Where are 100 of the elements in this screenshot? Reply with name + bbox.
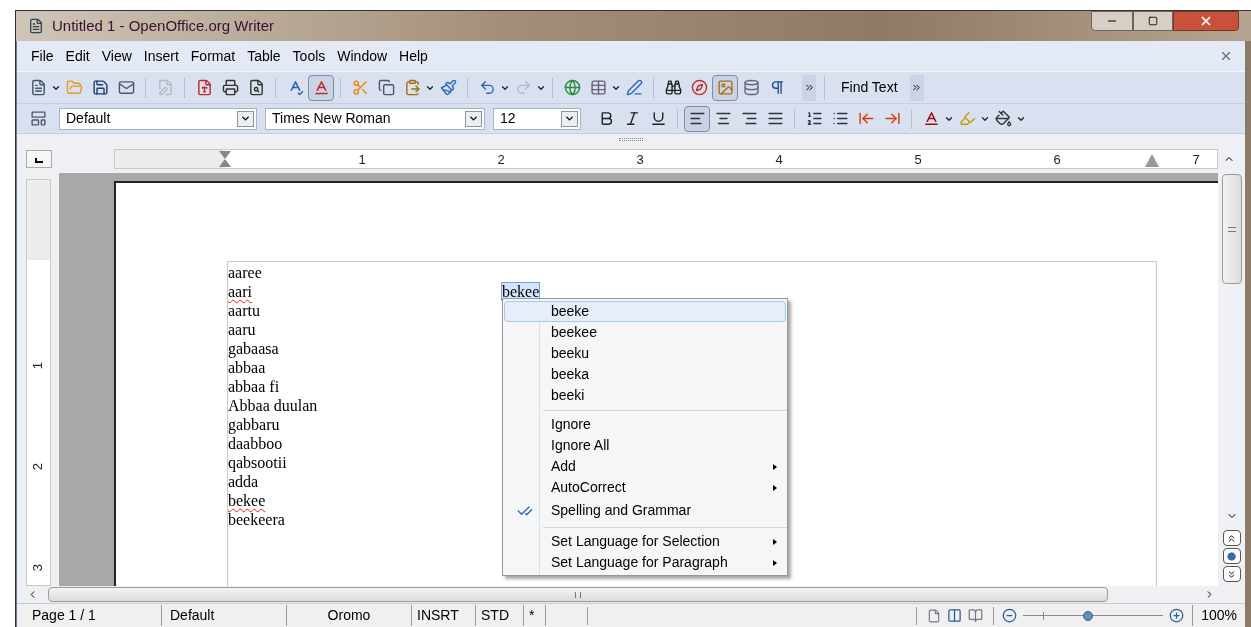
ruler-number: 1 [358, 151, 366, 169]
dropdown-arrow-button[interactable] [561, 110, 578, 127]
book-view-icon[interactable] [968, 608, 984, 623]
zoom-slider-thumb[interactable] [1082, 610, 1093, 621]
zoom-in-icon[interactable] [1169, 608, 1185, 623]
image-icon [716, 79, 734, 96]
document-text-line: Abbaa duulan [228, 396, 318, 415]
maximize-button[interactable] [1133, 11, 1173, 31]
submenu-arrow-icon [773, 484, 777, 491]
multi-page-view-icon[interactable] [947, 608, 963, 623]
magnifier-document-icon [247, 79, 265, 96]
close-icon[interactable] [1219, 49, 1233, 63]
align-left-button[interactable] [684, 105, 710, 132]
previous-page-button[interactable] [1222, 530, 1241, 546]
dropdown-arrow-button[interactable] [237, 110, 254, 127]
context-menu-item[interactable]: Add [504, 456, 786, 477]
font-color-icon [922, 110, 940, 127]
document-text-line: aartu [228, 301, 260, 320]
zoom-slider[interactable] [1023, 609, 1164, 622]
menu-item[interactable]: View [95, 45, 138, 67]
align-left-icon [688, 110, 706, 127]
vertical-ruler[interactable]: 1 2 3 [25, 179, 51, 586]
double-chevron-up-icon [1226, 532, 1237, 544]
font-name-field[interactable]: Times New Roman [265, 107, 485, 130]
document-text-line: qabsootii [228, 453, 287, 472]
document-text-line: aari [228, 282, 252, 301]
auto-spellcheck-button[interactable] [308, 74, 334, 101]
scrollbar-thumb[interactable] [48, 587, 1108, 602]
context-menu-item[interactable]: beekee [504, 322, 786, 343]
context-menu-item[interactable]: AutoCorrect [504, 477, 786, 498]
decrease-indent-icon [857, 110, 875, 127]
clipboard-icon [403, 79, 421, 96]
selection-mode: STD [476, 605, 524, 626]
compass-icon [690, 79, 708, 96]
document-text-line: abbaa fi [228, 377, 280, 396]
horizontal-ruler[interactable]: 1 2 3 4 5 6 7 [114, 149, 1218, 169]
double-chevron-icon [911, 82, 923, 93]
align-right-icon [740, 110, 758, 127]
context-menu-item[interactable]: Ignore All [504, 435, 786, 456]
menu-item[interactable]: Tools [286, 45, 332, 67]
next-page-button[interactable] [1222, 566, 1241, 582]
context-menu-item[interactable]: beeka [504, 364, 786, 385]
grip-icon [1227, 226, 1236, 232]
context-menu-item[interactable]: Ignore [504, 414, 786, 435]
find-text-button[interactable]: Find Text [833, 77, 906, 98]
tab-stop-type-icon[interactable] [26, 150, 52, 168]
dropdown-arrow-button[interactable] [465, 110, 482, 127]
menu-item[interactable]: Help [393, 45, 434, 67]
scrollbar-thumb[interactable] [1221, 174, 1242, 284]
toolbar-grip-icon[interactable] [619, 138, 643, 141]
double-chevron-icon [803, 82, 815, 93]
ruler-number: 2 [497, 151, 505, 169]
pen-icon [625, 79, 643, 96]
menu-item[interactable]: Window [331, 45, 394, 67]
double-chevron-down-icon [1226, 568, 1237, 580]
document-text-line: abbaa [228, 358, 266, 377]
submenu-arrow-icon [773, 559, 777, 566]
submenu-arrow-icon [773, 538, 777, 545]
document-text-line: beekeera [228, 510, 285, 529]
horizontal-scrollbar[interactable] [17, 586, 1245, 603]
styles-icon [29, 110, 47, 127]
navigation-button[interactable] [1222, 548, 1241, 564]
scissors-icon [351, 79, 369, 96]
vertical-scrollbar[interactable] [1218, 173, 1245, 586]
context-menu-item[interactable]: beeki [504, 385, 786, 406]
dot-icon [1227, 551, 1236, 561]
edit-document-icon [156, 79, 174, 96]
context-menu-item[interactable]: beeku [504, 343, 786, 364]
zoom-out-icon[interactable] [1002, 608, 1018, 623]
caret-icon [468, 113, 479, 124]
menu-item[interactable]: File [25, 45, 60, 67]
align-center-icon [714, 110, 732, 127]
font-size-field[interactable]: 12 [493, 107, 581, 130]
menu-item[interactable]: Insert [137, 45, 185, 67]
right-indent-marker[interactable] [1145, 154, 1159, 167]
menu-item[interactable]: Format [184, 45, 242, 67]
printer-icon [221, 79, 239, 96]
document-text-line: daabboo [228, 434, 283, 453]
minimize-button[interactable] [1091, 11, 1133, 31]
close-button[interactable] [1173, 11, 1239, 31]
context-menu-item[interactable]: Set Language for Selection [504, 531, 786, 552]
bullet-list-icon [831, 110, 849, 127]
more-tools-button[interactable] [909, 74, 924, 101]
document-text-line: adda [228, 472, 259, 491]
menu-item[interactable]: Table [241, 45, 287, 67]
ruler-number: 6 [1053, 151, 1061, 169]
paragraph-style-field[interactable]: Default [59, 107, 257, 130]
context-menu-item[interactable]: Set Language for Paragraph [504, 552, 786, 573]
single-page-view-icon[interactable] [927, 608, 942, 623]
insert-mode: INSRT [412, 605, 476, 626]
spellcheck-icon [312, 79, 330, 96]
numbered-list-icon [805, 110, 823, 127]
ruler-number: 7 [1192, 151, 1200, 169]
more-tools-button[interactable] [802, 74, 816, 101]
ruler-number: 2 [28, 463, 46, 471]
context-menu-item[interactable]: beeke [504, 301, 786, 322]
context-menu-item[interactable]: Spelling and Grammar [504, 498, 786, 523]
menu-item[interactable]: Edit [59, 45, 96, 67]
ruler-number: 5 [914, 151, 922, 169]
maximize-icon [1148, 16, 1158, 26]
